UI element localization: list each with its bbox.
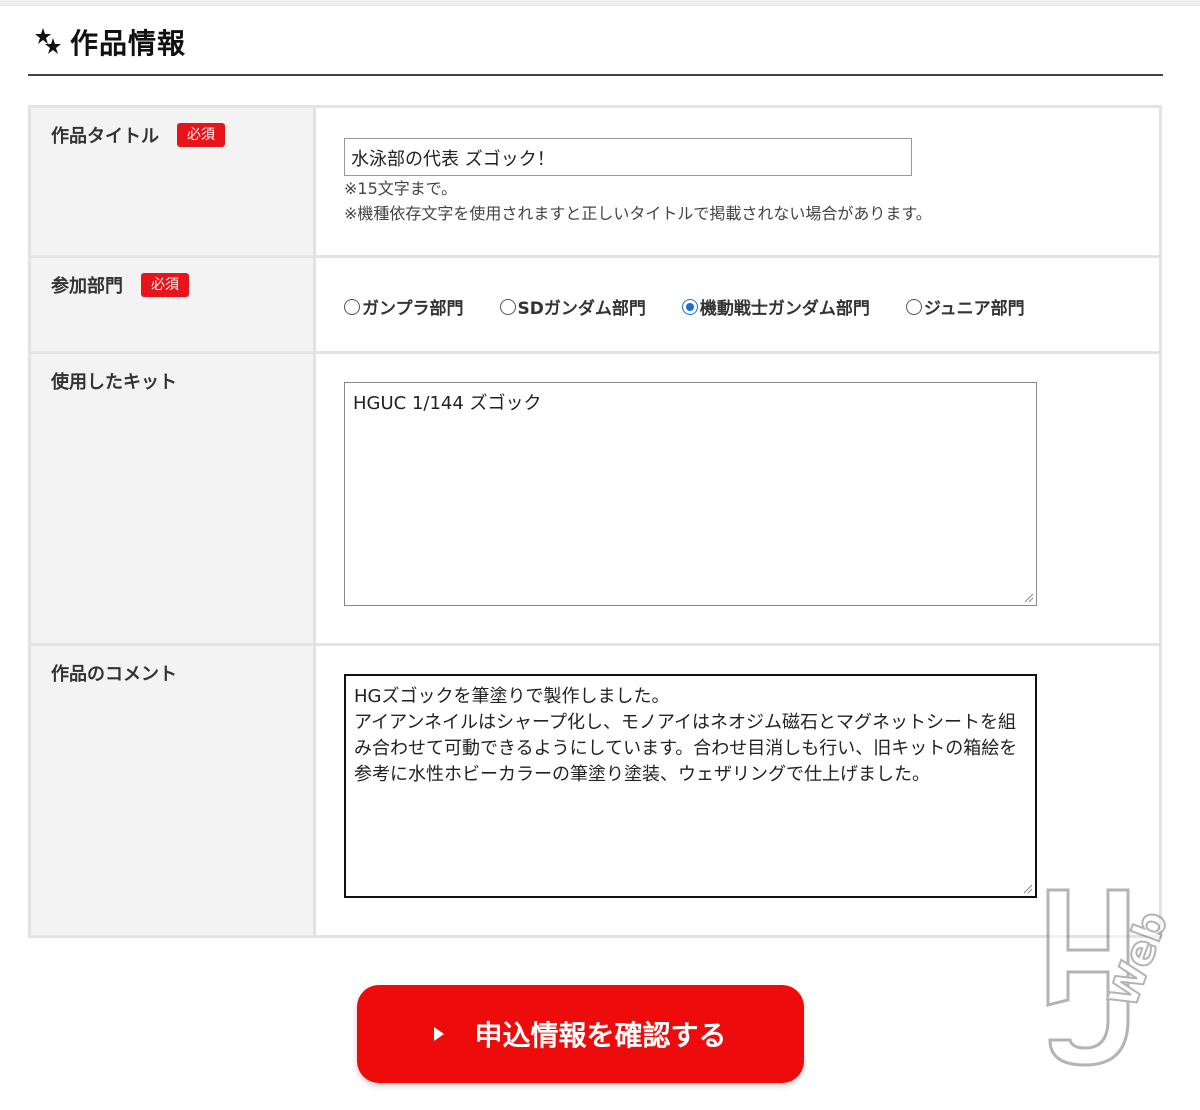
comment-line: アイアンネイルはシャープ化し、モノアイはネオジム磁石とマグネットシートを組 [354,712,1017,733]
radio-label: SDガンダム部門 [517,299,646,319]
radio-junior[interactable]: ジュニア部門 [905,294,1025,319]
radio-button[interactable] [499,298,516,315]
title-input[interactable]: 水泳部の代表 ズゴック！ [344,138,912,176]
section-header: 作品情報 [28,18,1163,76]
radio-button[interactable] [344,298,360,315]
top-border [0,0,1200,6]
field-label-category: 参加部門 [51,276,123,297]
resize-handle-icon[interactable] [1024,593,1034,603]
field-cell: 水泳部の代表 ズゴック！ ※15文字まで。 ※機種依存文字を使用されますと正しい… [313,105,1162,258]
field-label-title: 作品タイトル [51,126,159,147]
comment-line: 参考に水性ホビーカラーの筆塗り塗装、ウェザリングで仕上げました。 [354,764,930,785]
form-row-category: 参加部門 必須 ガンプラ部門 SDガンダム部門 機動戦士ガンダム部門 ジュニア部… [28,255,1162,354]
radio-label: ジュニア部門 [923,299,1025,319]
radio-sd-gundam[interactable]: SDガンダム部門 [499,294,646,319]
kit-text: HGUC 1/144 ズゴック [353,393,542,414]
kit-textarea[interactable]: HGUC 1/144 ズゴック [344,382,1037,606]
radio-button-selected[interactable] [681,298,698,315]
field-cell: ガンプラ部門 SDガンダム部門 機動戦士ガンダム部門 ジュニア部門 [313,255,1162,354]
entry-form: 作品タイトル 必須 水泳部の代表 ズゴック！ ※15文字まで。 ※機種依存文字を… [28,105,1162,938]
form-row-kit: 使用したキット HGUC 1/144 ズゴック [28,351,1162,646]
comment-line: み合わせて可動できるようにしています。合わせ目消しも行い、旧キットの箱絵を [354,738,1018,759]
radio-button[interactable] [905,298,922,315]
field-label-kit: 使用したキット [51,372,177,393]
field-label-comment: 作品のコメント [51,664,177,685]
radio-label: 機動戦士ガンダム部門 [699,299,870,319]
required-badge: 必須 [141,273,189,297]
hj-web-logo: Web [1046,888,1178,1067]
title-note-characters: ※機種依存文字を使用されますと正しいタイトルで掲載されない場合があります。 [344,204,932,223]
form-row-comment: 作品のコメント HGズゴックを筆塗りで製作しました。 アイアンネイルはシャープ化… [28,643,1162,938]
section-title: 作品情報 [70,27,187,60]
radio-label: ガンプラ部門 [362,299,464,319]
required-badge: 必須 [177,123,225,147]
category-radio-group: ガンプラ部門 SDガンダム部門 機動戦士ガンダム部門 ジュニア部門 [344,294,1131,319]
title-note-length: ※15文字まで。 [344,179,458,198]
confirm-submit-button[interactable]: 申込情報を確認する [357,985,804,1083]
label-cell: 参加部門 必須 [28,255,316,354]
play-arrow-icon [434,1027,445,1041]
submit-label: 申込情報を確認する [474,1019,727,1052]
comment-line: HGズゴックを筆塗りで製作しました。 [354,686,670,707]
comment-textarea[interactable]: HGズゴックを筆塗りで製作しました。 アイアンネイルはシャープ化し、モノアイはネ… [344,674,1037,898]
label-cell: 使用したキット [28,351,316,646]
form-row-title: 作品タイトル 必須 水泳部の代表 ズゴック！ ※15文字まで。 ※機種依存文字を… [28,105,1162,258]
field-cell: HGUC 1/144 ズゴック [313,351,1162,646]
radio-mobile-suit-gundam[interactable]: 機動戦士ガンダム部門 [681,294,870,319]
label-cell: 作品のコメント [28,643,316,938]
label-cell: 作品タイトル 必須 [28,105,316,258]
radio-gunpla[interactable]: ガンプラ部門 [344,294,464,319]
stars-icon [35,28,61,54]
